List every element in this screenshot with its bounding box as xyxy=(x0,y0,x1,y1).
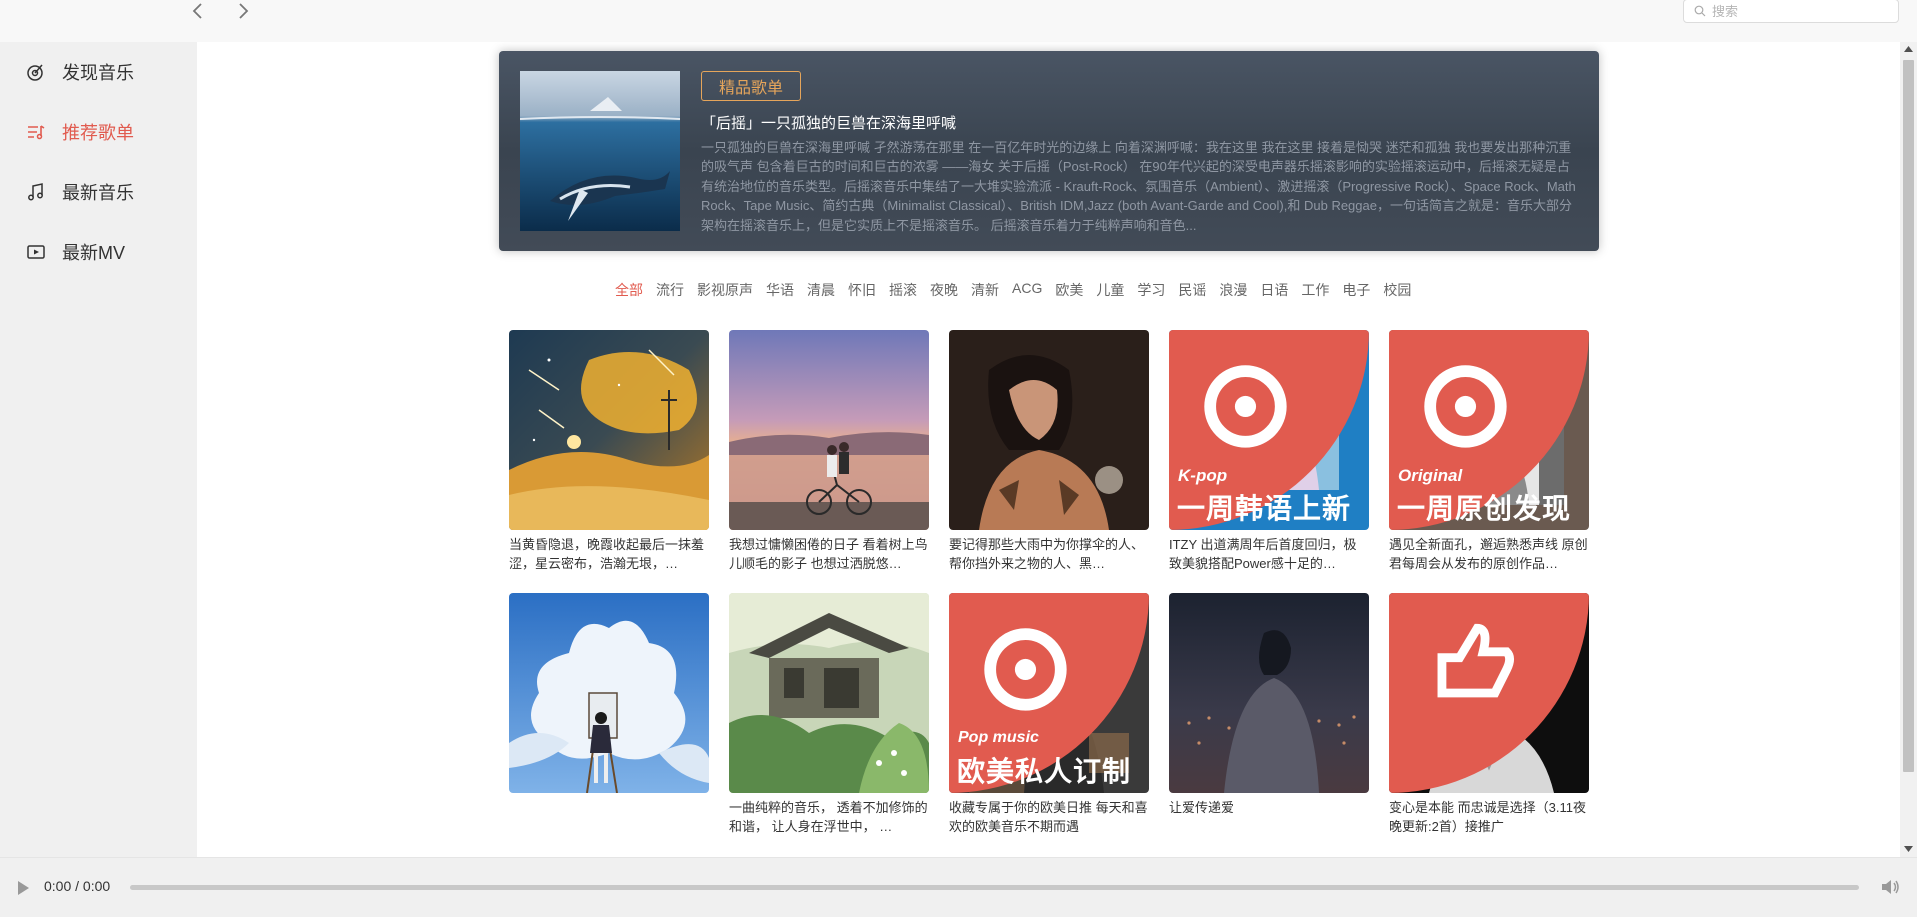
category-tab[interactable]: 儿童 xyxy=(1096,280,1124,302)
night-city-art xyxy=(1169,593,1369,793)
category-tab[interactable]: 影视原声 xyxy=(697,280,753,302)
player-bar: 0:00 / 0:00 xyxy=(0,857,1917,917)
category-tab[interactable]: 日语 xyxy=(1260,280,1288,302)
category-tab[interactable]: 夜晚 xyxy=(930,280,958,302)
forest-house-art xyxy=(729,593,929,793)
category-tab[interactable]: 怀旧 xyxy=(848,280,876,302)
sidebar-item-playlists[interactable]: 推荐歌单 xyxy=(0,112,197,152)
cover-overlay-title: 欧美私人订制 xyxy=(957,756,1132,787)
scroll-down-arrow-icon[interactable] xyxy=(1904,846,1913,852)
category-tab[interactable]: ACG xyxy=(1012,280,1042,302)
playback-time: 0:00 / 0:00 xyxy=(44,878,111,894)
cover-overlay-title: 一周韩语上新 xyxy=(1177,493,1352,524)
category-tab[interactable]: 清晨 xyxy=(807,280,835,302)
category-tab[interactable]: 浪漫 xyxy=(1219,280,1247,302)
forward-button[interactable] xyxy=(231,0,255,22)
back-button[interactable] xyxy=(186,0,210,22)
playlist-title[interactable]: 我想过慵懒困倦的日子 看着树上鸟儿顺毛的影子 也想过洒脱悠… xyxy=(729,535,929,573)
playlist-card[interactable]: 一曲纯粹的音乐， 透着不加修饰的和谐， 让人身在浮世中， … xyxy=(729,593,929,836)
cover-overlay-title: 一周原创发现 xyxy=(1397,493,1572,524)
playlist-card[interactable]: 当黄昏隐退，晚霞收起最后一抹羞涩，星云密布，浩瀚无垠，… xyxy=(509,330,709,573)
playlist-title[interactable]: 变心是本能 而忠诚是选择（3.11夜晚更新:2首）接推广 xyxy=(1389,798,1589,836)
playlist-title[interactable]: 遇见全新面孔，邂逅熟悉声线 原创君每周会从发布的原创作品… xyxy=(1389,535,1589,573)
starry-desert-art xyxy=(509,330,709,530)
category-tab[interactable]: 欧美 xyxy=(1055,280,1083,302)
sidebar-item-label: 最新音乐 xyxy=(62,183,134,203)
sidebar-item-label: 最新MV xyxy=(62,243,125,263)
playlist-cover[interactable]: Original 一周原创发现 xyxy=(1389,330,1589,530)
playlist-card[interactable]: 我想过慵懒困倦的日子 看着树上鸟儿顺毛的影子 也想过洒脱悠… xyxy=(729,330,929,573)
scrollbar-thumb[interactable] xyxy=(1903,60,1914,772)
category-tab[interactable]: 校园 xyxy=(1383,280,1411,302)
banner-tag-button[interactable]: 精品歌单 xyxy=(701,71,801,101)
playlist-cover[interactable] xyxy=(1389,593,1589,793)
playlist-card[interactable]: Pop music 欧美私人订制 收藏专属于你的欧美日推 每天和喜欢的欧美音乐不… xyxy=(949,593,1149,836)
playlist-card[interactable]: Original 一周原创发现 遇见全新面孔，邂逅熟悉声线 原创君每周会从发布的… xyxy=(1389,330,1589,573)
thumb-badge-icon xyxy=(1389,593,1589,793)
whale-art xyxy=(520,71,680,231)
sidebar-item-new-music[interactable]: 最新音乐 xyxy=(0,172,197,212)
category-tab[interactable]: 电子 xyxy=(1342,280,1370,302)
playlist-title[interactable]: 收藏专属于你的欧美日推 每天和喜欢的欧美音乐不期而遇 xyxy=(949,798,1149,836)
playlist-title[interactable]: 一曲纯粹的音乐， 透着不加修饰的和谐， 让人身在浮世中， … xyxy=(729,798,929,836)
playlist-title[interactable]: 当黄昏隐退，晚霞收起最后一抹羞涩，星云密布，浩瀚无垠，… xyxy=(509,535,709,573)
sidebar-item-discover[interactable]: 发现音乐 xyxy=(0,52,197,92)
top-bar xyxy=(0,0,1917,42)
video-icon xyxy=(27,245,45,259)
category-tab[interactable]: 全部 xyxy=(615,280,643,302)
playlist-cover[interactable] xyxy=(509,330,709,530)
chevron-left-icon xyxy=(192,3,202,19)
progress-bar[interactable] xyxy=(130,885,1859,890)
banner-cover-image[interactable] xyxy=(520,71,680,231)
playlist-cover[interactable]: ME K-pop 一周韩语上新 xyxy=(1169,330,1369,530)
featured-playlist-banner[interactable]: 精品歌单 「后摇」一只孤独的巨兽在深海里呼喊 一只孤独的巨兽在深海里呼喊 孑然游… xyxy=(499,51,1599,251)
playlist-cover[interactable] xyxy=(729,593,929,793)
woman-portrait-art xyxy=(949,330,1149,530)
playlist-cover[interactable] xyxy=(1169,593,1369,793)
playlist-card[interactable] xyxy=(509,593,709,836)
cover-overlay-subtitle: Pop music xyxy=(958,729,1039,746)
search-icon xyxy=(1694,5,1706,17)
category-tab[interactable]: 工作 xyxy=(1301,280,1329,302)
sidebar-item-mv[interactable]: 最新MV xyxy=(0,232,197,272)
main-content: 精品歌单 「后摇」一只孤独的巨兽在深海里呼喊 一只孤独的巨兽在深海里呼喊 孑然游… xyxy=(197,42,1900,857)
search-box[interactable] xyxy=(1683,0,1899,23)
banner-description: 一只孤独的巨兽在深海里呼喊 孑然游荡在那里 在一百亿年时光的边缘上 向着深渊呼喊… xyxy=(701,140,1576,233)
playlist-cover[interactable] xyxy=(509,593,709,793)
playlist-cover[interactable] xyxy=(729,330,929,530)
cover-overlay-subtitle: Original xyxy=(1398,466,1463,485)
sky-painting-art xyxy=(509,593,709,793)
playlist-card[interactable]: 变心是本能 而忠诚是选择（3.11夜晚更新:2首）接推广 xyxy=(1389,593,1589,836)
chevron-right-icon xyxy=(239,3,249,19)
playlist-title[interactable]: 让爱传递爱 xyxy=(1169,798,1369,836)
cover-overlay-subtitle: K-pop xyxy=(1178,466,1228,485)
playlist-card[interactable]: ME K-pop 一周韩语上新 ITZY 出道满周年后首度回归，极致美貌搭配Po… xyxy=(1169,330,1369,573)
disc-icon xyxy=(27,64,43,81)
category-tab[interactable]: 摇滚 xyxy=(889,280,917,302)
sidebar-item-label: 推荐歌单 xyxy=(62,123,134,143)
play-icon[interactable] xyxy=(16,880,30,896)
playlist-card[interactable]: 让爱传递爱 xyxy=(1169,593,1369,836)
category-tab[interactable]: 华语 xyxy=(766,280,794,302)
playlist-cover[interactable] xyxy=(949,330,1149,530)
category-tabs: 全部 流行 影视原声 华语 清晨 怀旧 摇滚 夜晚 清新 ACG 欧美 儿童 学习 民谣 浪漫 日语 工作 电子校… xyxy=(615,280,1424,302)
category-tab[interactable]: 民谣 xyxy=(1178,280,1206,302)
banner-title: 「后摇」一只孤独的巨兽在深海里呼喊 xyxy=(701,115,957,132)
playlist-title[interactable]: ITZY 出道满周年后首度回归，极致美貌搭配Power感十足的… xyxy=(1169,535,1369,573)
playlist-cover[interactable]: Pop music 欧美私人订制 xyxy=(949,593,1149,793)
playlist-card[interactable]: 要记得那些大雨中为你撑伞的人、帮你挡外来之物的人、黑… xyxy=(949,330,1149,573)
sunset-bicycle-art xyxy=(729,330,929,530)
music-note-icon xyxy=(28,183,43,201)
playlist-icon xyxy=(28,125,45,140)
playlist-title[interactable] xyxy=(509,798,709,836)
scroll-up-arrow-icon[interactable] xyxy=(1904,46,1913,52)
playlist-title[interactable]: 要记得那些大雨中为你撑伞的人、帮你挡外来之物的人、黑… xyxy=(949,535,1149,573)
volume-icon[interactable] xyxy=(1880,877,1900,897)
category-tab[interactable]: 流行 xyxy=(656,280,684,302)
category-tab[interactable]: 学习 xyxy=(1137,280,1165,302)
search-input[interactable] xyxy=(1712,3,1882,19)
category-tab[interactable]: 清新 xyxy=(971,280,999,302)
sidebar: 发现音乐 推荐歌单 最新音乐 最新MV xyxy=(0,42,197,857)
sidebar-item-label: 发现音乐 xyxy=(62,63,134,83)
